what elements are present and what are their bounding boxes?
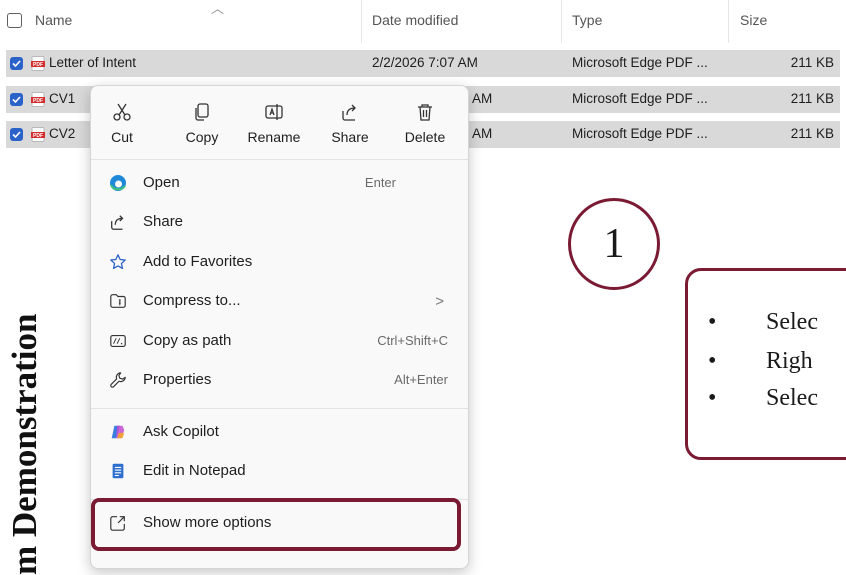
copy-label: Copy — [171, 129, 233, 145]
pdf-file-icon: PDF — [31, 56, 45, 71]
menu-divider — [91, 408, 468, 409]
edge-icon — [109, 174, 127, 192]
menu-item-label: Compress to... — [143, 292, 241, 309]
share-button[interactable]: Share — [319, 96, 381, 152]
banner-title: m Demonstration — [0, 294, 50, 556]
column-type[interactable]: Type — [572, 12, 602, 28]
file-name[interactable]: CV2 — [49, 126, 75, 141]
column-divider[interactable] — [561, 0, 562, 43]
star-icon — [109, 253, 127, 271]
sort-caret-icon: ︿ — [211, 0, 224, 17]
menu-item-compress[interactable]: Compress to... > — [97, 283, 462, 319]
column-header: ︿ Name Date modified Type Size — [0, 0, 846, 43]
notepad-icon — [109, 462, 127, 480]
file-size: 211 KB — [774, 55, 834, 70]
rename-icon — [264, 102, 284, 122]
file-type: Microsoft Edge PDF ... — [572, 55, 708, 70]
bullet: • — [708, 348, 766, 375]
column-date[interactable]: Date modified — [372, 12, 458, 28]
instruction-box: •Selec •Righ •Selec — [685, 268, 846, 460]
svg-text:PDF: PDF — [33, 98, 43, 104]
menu-item-label: Open — [143, 174, 180, 191]
bullet: • — [708, 385, 766, 412]
column-size[interactable]: Size — [740, 12, 767, 28]
file-size: 211 KB — [774, 91, 834, 106]
column-divider[interactable] — [728, 0, 729, 43]
context-menu: Cut Copy Rename Share Delete Open Enter … — [90, 85, 469, 569]
svg-text:PDF: PDF — [33, 133, 43, 139]
menu-item-copy-as-path[interactable]: Copy as path Ctrl+Shift+C — [97, 323, 462, 359]
rename-label: Rename — [243, 129, 305, 145]
zip-folder-icon — [109, 292, 127, 310]
column-divider[interactable] — [361, 0, 362, 43]
menu-item-share[interactable]: Share — [97, 204, 462, 240]
table-row[interactable]: PDF Letter of Intent 2/2/2026 7:07 AM Mi… — [6, 50, 840, 77]
menu-item-label: Ask Copilot — [143, 423, 219, 440]
row-checkbox[interactable] — [10, 57, 23, 70]
instruction-line: •Selec — [708, 385, 818, 412]
menu-item-shortcut: Ctrl+Shift+C — [377, 333, 448, 348]
delete-label: Delete — [394, 129, 456, 145]
instruction-line: •Righ — [708, 348, 813, 375]
step-number-circle: 1 — [568, 198, 660, 290]
svg-text:PDF: PDF — [33, 62, 43, 68]
menu-item-label: Edit in Notepad — [143, 462, 246, 479]
banner-text: m Demonstration — [5, 314, 44, 575]
copilot-icon — [109, 423, 127, 441]
pdf-file-icon: PDF — [31, 127, 45, 142]
instruction-text: Righ — [766, 348, 813, 374]
instruction-text: Selec — [766, 385, 818, 411]
pdf-file-icon: PDF — [31, 92, 45, 107]
menu-item-properties[interactable]: Properties Alt+Enter — [97, 362, 462, 398]
file-name[interactable]: Letter of Intent — [49, 55, 136, 70]
bullet: • — [708, 309, 766, 336]
menu-item-label: Properties — [143, 371, 211, 388]
cut-label: Cut — [91, 129, 153, 145]
copy-button[interactable]: Copy — [171, 96, 233, 152]
share-icon — [109, 213, 127, 231]
menu-item-label: Copy as path — [143, 332, 231, 349]
copy-icon — [192, 102, 212, 122]
wrench-icon — [109, 371, 127, 389]
menu-divider — [91, 159, 468, 160]
menu-item-shortcut: Enter — [365, 175, 396, 190]
cut-button[interactable]: Cut — [91, 96, 153, 152]
menu-item-ask-copilot[interactable]: Ask Copilot — [97, 414, 462, 450]
highlight-box — [91, 498, 461, 551]
menu-item-add-to-favorites[interactable]: Add to Favorites — [97, 244, 462, 280]
row-checkbox[interactable] — [10, 128, 23, 141]
column-name[interactable]: Name — [35, 12, 72, 28]
menu-item-label: Add to Favorites — [143, 253, 252, 270]
file-type: Microsoft Edge PDF ... — [572, 91, 708, 106]
file-type: Microsoft Edge PDF ... — [572, 126, 708, 141]
menu-item-edit-in-notepad[interactable]: Edit in Notepad — [97, 453, 462, 489]
instruction-text: Selec — [766, 309, 818, 335]
row-checkbox[interactable] — [10, 93, 23, 106]
share-icon — [340, 102, 360, 122]
menu-item-open[interactable]: Open Enter — [97, 165, 462, 201]
select-all-checkbox[interactable] — [7, 13, 22, 28]
menu-item-label: Share — [143, 213, 183, 230]
path-icon — [109, 332, 127, 350]
menu-item-shortcut: Alt+Enter — [394, 372, 448, 387]
file-date: AM — [472, 91, 492, 106]
share-label: Share — [319, 129, 381, 145]
chevron-right-icon: > — [435, 293, 444, 310]
scissors-icon — [112, 102, 132, 122]
rename-button[interactable]: Rename — [243, 96, 305, 152]
file-date: AM — [472, 126, 492, 141]
file-name[interactable]: CV1 — [49, 91, 75, 106]
instruction-line: •Selec — [708, 309, 818, 336]
file-date: 2/2/2026 7:07 AM — [372, 55, 478, 70]
trash-icon — [415, 102, 435, 122]
file-size: 211 KB — [774, 126, 834, 141]
delete-button[interactable]: Delete — [394, 96, 456, 152]
